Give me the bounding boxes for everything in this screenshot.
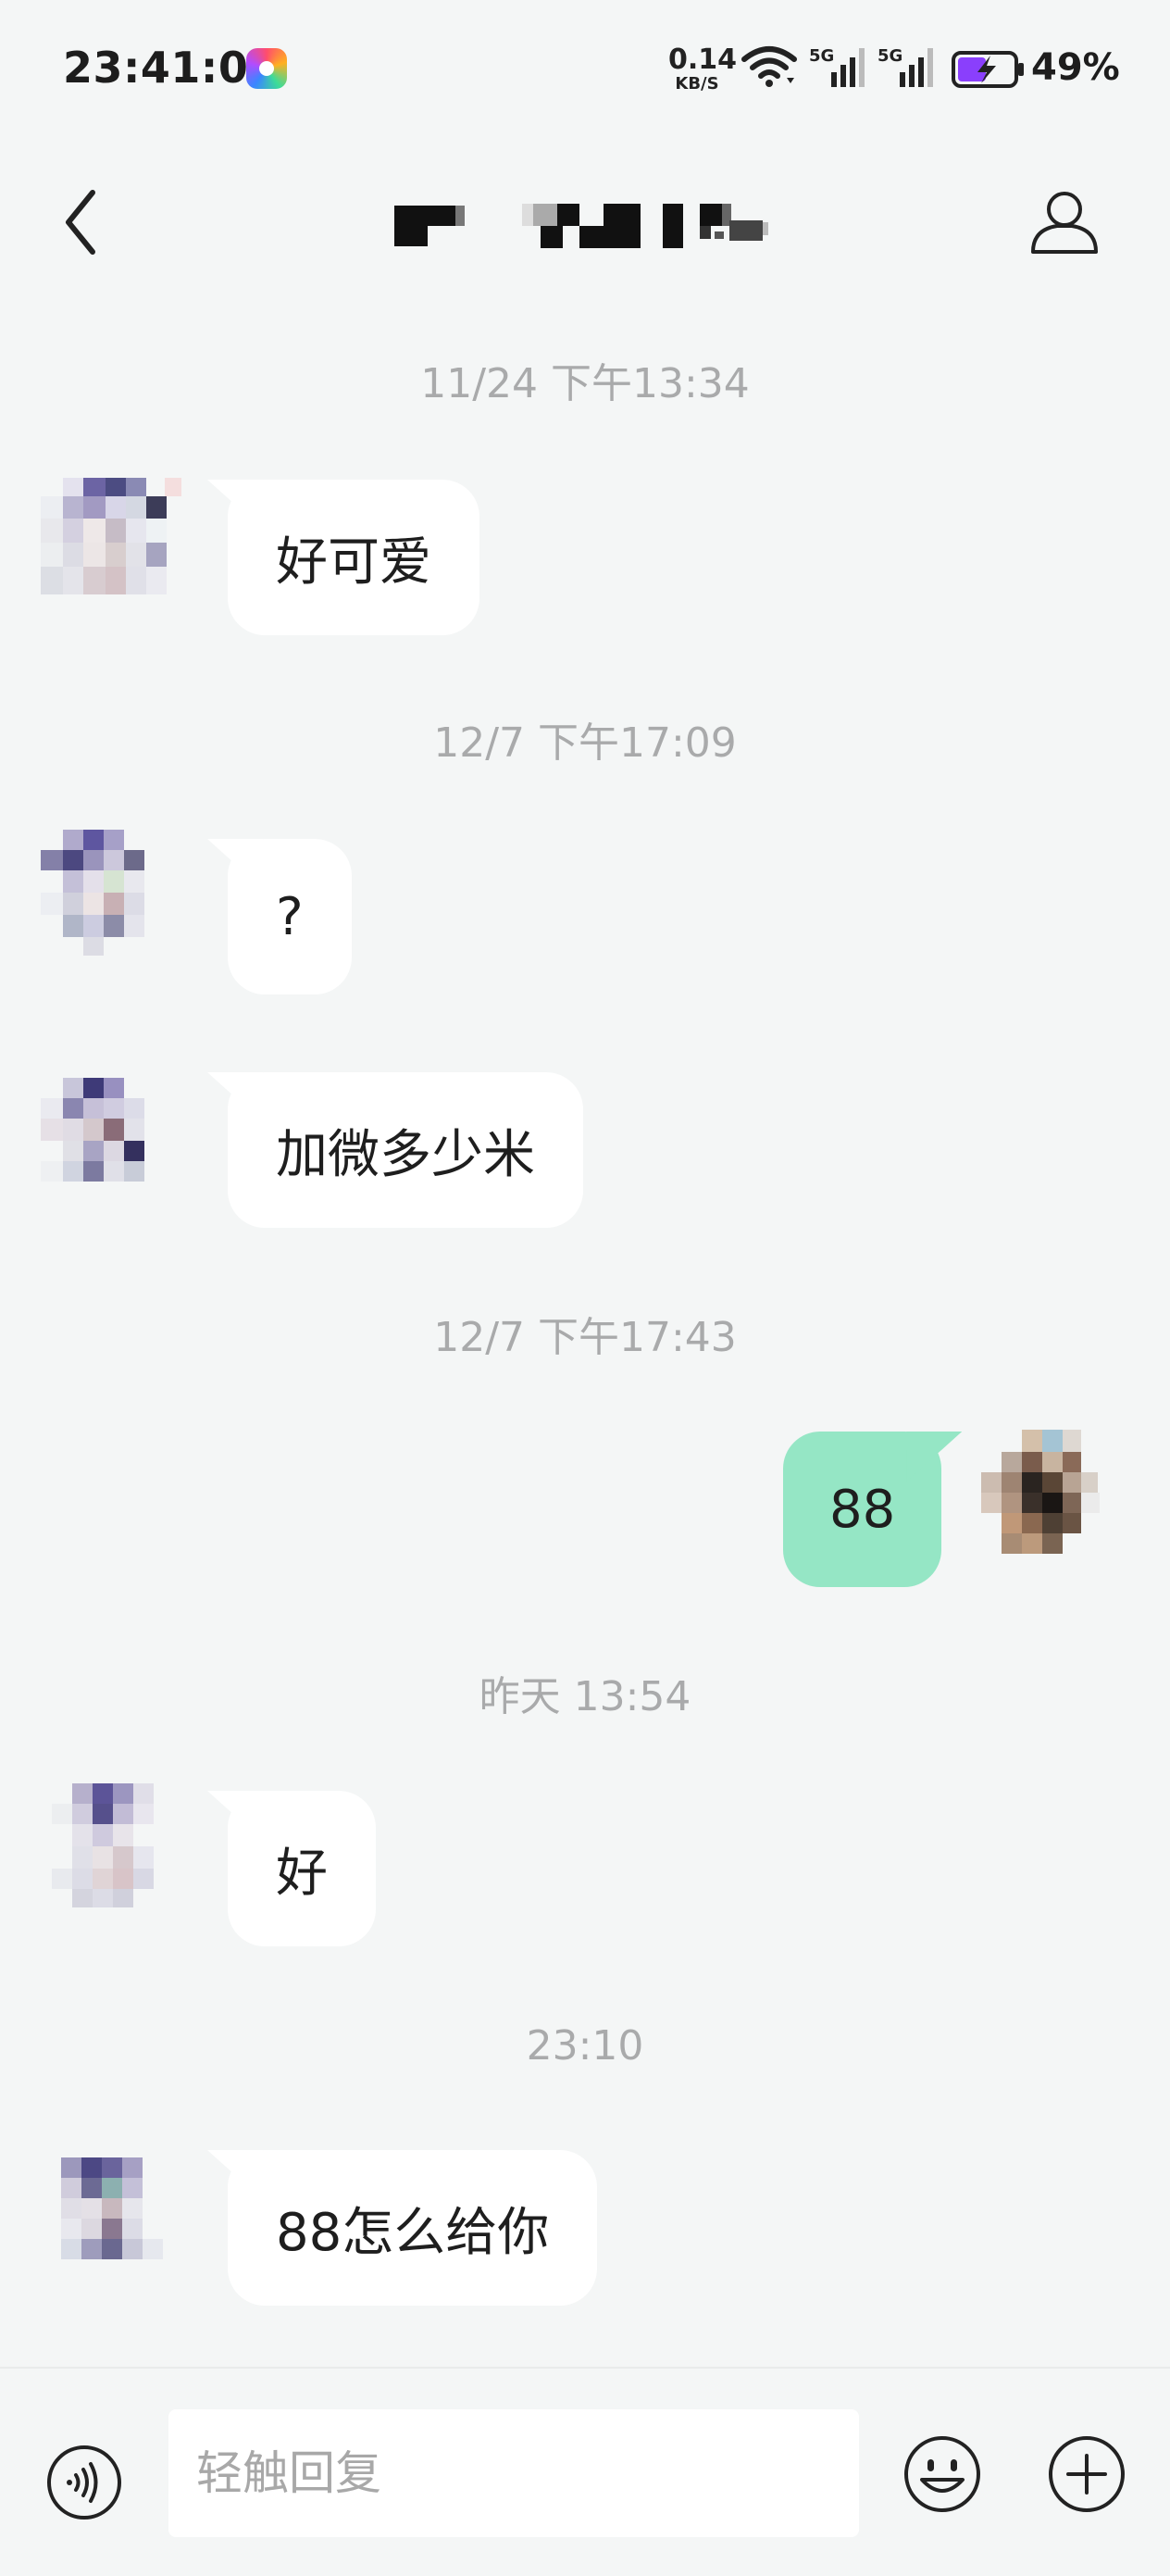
cellular-signal-1-icon: 5G	[809, 44, 870, 94]
svg-text:5G: 5G	[809, 46, 834, 66]
timestamp: 12/7 下午17:43	[433, 1314, 737, 1361]
svg-text:5G: 5G	[878, 46, 902, 66]
cellular-signal-2-icon: 5G	[878, 44, 939, 94]
message-bubble-incoming[interactable]: 好可爱	[228, 480, 479, 635]
chevron-left-icon[interactable]	[56, 185, 111, 259]
chat-title-pixelated	[394, 204, 768, 248]
timestamp: 昨天 13:54	[479, 1673, 691, 1720]
network-speed-unit: KB/S	[675, 74, 719, 94]
avatar[interactable]	[41, 1078, 193, 1215]
plus-circle-icon[interactable]	[1046, 2433, 1127, 2515]
reply-input[interactable]	[168, 2409, 859, 2537]
message-input-bar	[0, 2367, 1170, 2576]
timestamp: 12/7 下午17:09	[433, 719, 737, 767]
battery-charging-icon	[952, 51, 1024, 88]
message-bubble-incoming[interactable]: 好	[228, 1791, 376, 1946]
timestamp: 23:10	[526, 2022, 644, 2070]
my-avatar[interactable]	[981, 1430, 1133, 1567]
chat-header	[0, 157, 1170, 287]
battery-percentage: 49%	[1031, 46, 1120, 89]
wifi-icon	[741, 46, 797, 87]
network-speed: 0.14 KB/S	[668, 44, 738, 94]
avatar[interactable]	[48, 2157, 200, 2295]
network-speed-value: 0.14	[668, 44, 738, 76]
status-bar: 23:41:00 0.14 KB/S 5G 5G 49%	[0, 0, 1170, 139]
voice-icon[interactable]	[44, 2443, 124, 2522]
person-icon[interactable]	[1029, 187, 1100, 257]
timestamp: 11/24 下午13:34	[420, 360, 750, 407]
avatar[interactable]	[41, 478, 193, 615]
avatar[interactable]	[52, 1783, 204, 1920]
message-bubble-outgoing[interactable]: 88	[783, 1432, 942, 1587]
message-bubble-incoming[interactable]: ?	[228, 839, 352, 994]
avatar[interactable]	[41, 830, 193, 967]
app-notification-icon	[246, 48, 287, 89]
message-bubble-incoming[interactable]: 88怎么给你	[228, 2150, 598, 2306]
emoji-icon[interactable]	[902, 2433, 983, 2515]
message-bubble-incoming[interactable]: 加微多少米	[228, 1072, 583, 1228]
